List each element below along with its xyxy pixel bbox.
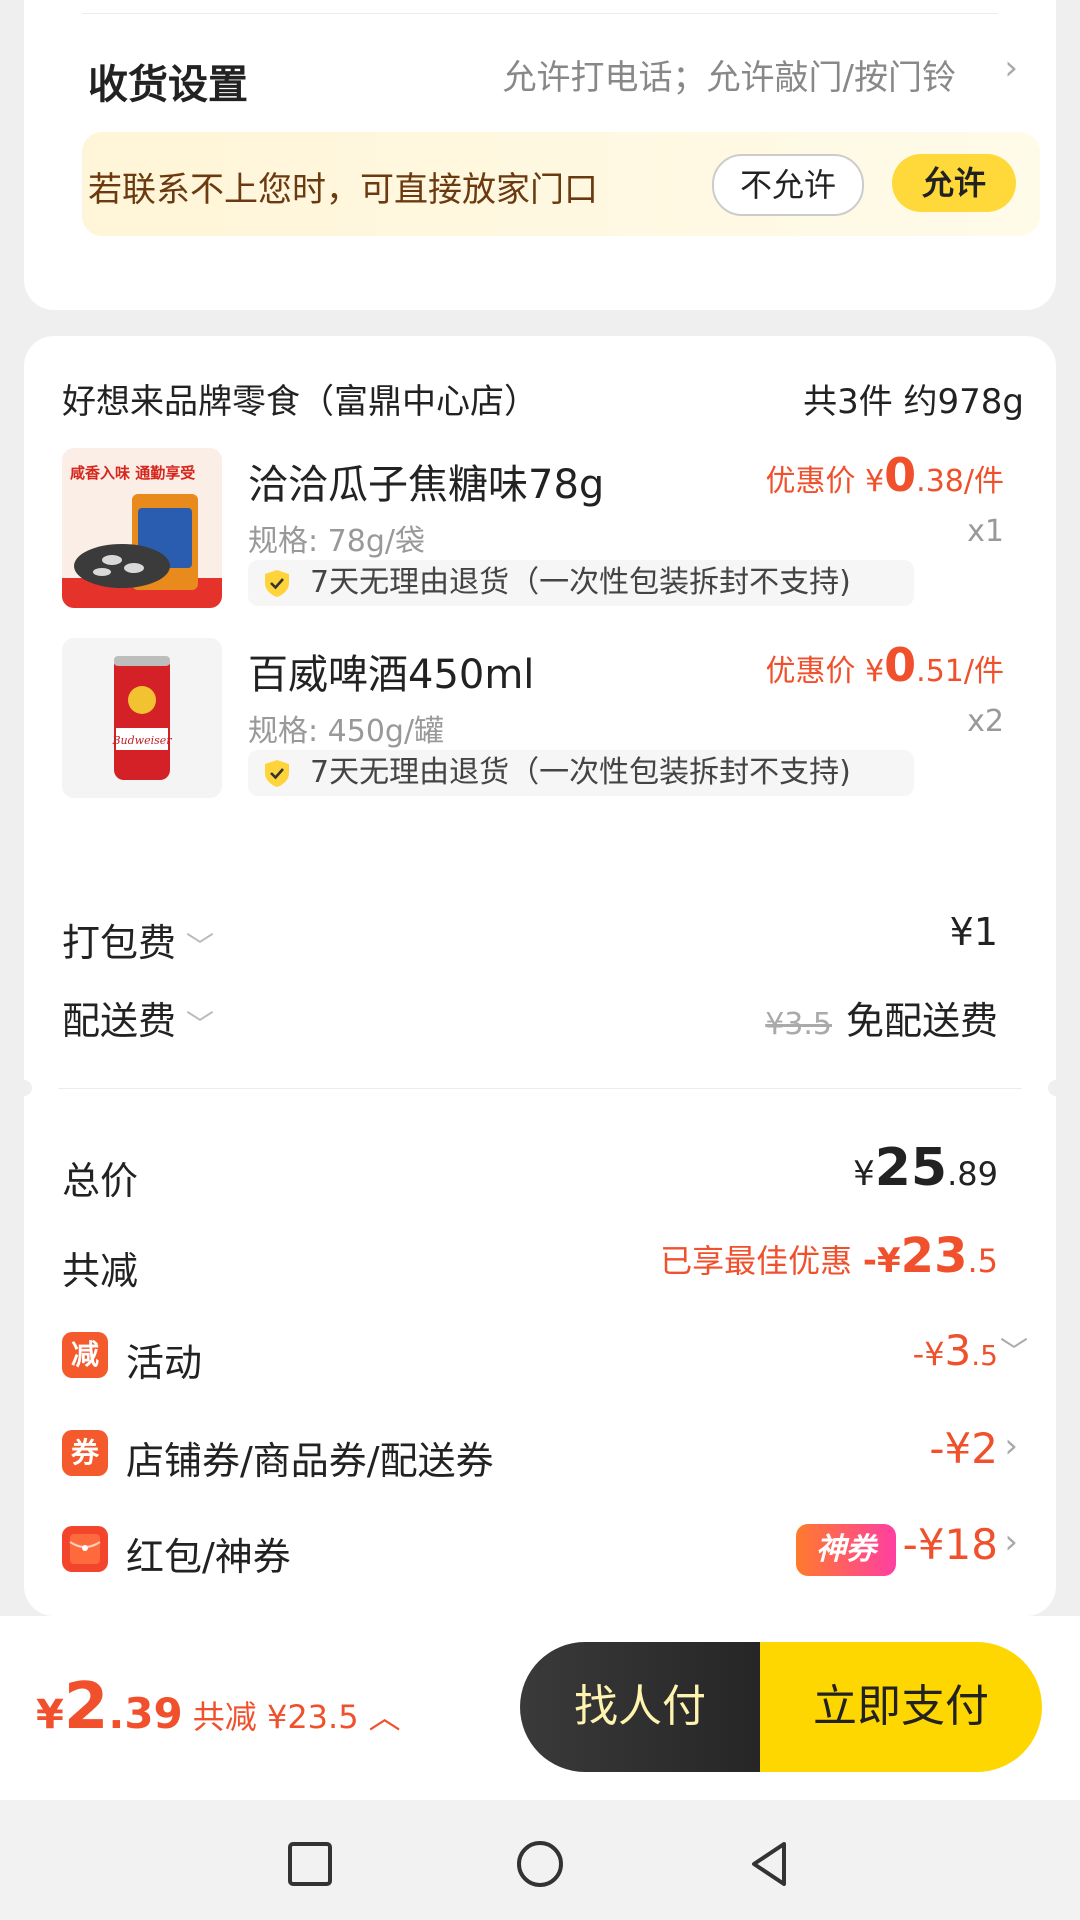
list-item[interactable]: 咸香入味 通勤享受 洽洽瓜子焦糖味78g 规格: 78g/袋 优惠价 ¥0.38… bbox=[62, 448, 1022, 618]
price-int: 0 bbox=[884, 638, 917, 692]
return-guarantee-badge: 7天无理由退货（一次性包装拆封不支持) bbox=[248, 560, 914, 606]
shop-name[interactable]: 好想来品牌零食（富鼎中心店） bbox=[62, 374, 538, 423]
ticket-notch-left bbox=[24, 1080, 32, 1096]
saved-amount: 共减 ¥23.5 bbox=[192, 1698, 359, 1736]
coupon-label[interactable]: 店铺券/商品券/配送券 bbox=[126, 1430, 494, 1485]
item-quantity: x1 bbox=[967, 514, 1004, 549]
total-yen: ¥ bbox=[853, 1154, 875, 1194]
allow-doorstep-button[interactable]: 允许 bbox=[892, 154, 1016, 212]
delivery-fee-label: 配送费 bbox=[62, 999, 177, 1043]
recent-apps-icon[interactable] bbox=[280, 1834, 340, 1894]
chevron-down-icon[interactable]: ﹀ bbox=[1000, 1330, 1028, 1370]
total-dec: .89 bbox=[947, 1155, 998, 1193]
red-packet-label[interactable]: 红包/神券 bbox=[126, 1526, 291, 1581]
packing-fee-row[interactable]: 打包费 ﹀ bbox=[62, 912, 214, 967]
delivery-fee-value: ¥3.5 免配送费 bbox=[765, 990, 998, 1045]
thumb-text: 咸香入味 通勤享受 bbox=[70, 464, 195, 482]
system-nav-bar bbox=[0, 1800, 1080, 1920]
activity-icon: 减 bbox=[62, 1332, 108, 1378]
item-spec: 规格: 450g/罐 bbox=[248, 714, 445, 749]
chevron-right-icon[interactable]: › bbox=[1004, 48, 1018, 88]
price-int: 0 bbox=[884, 448, 917, 502]
price-dec: .51/件 bbox=[916, 654, 1004, 689]
friend-pay-button[interactable]: 找人付 bbox=[520, 1642, 760, 1772]
item-quantity: x2 bbox=[967, 704, 1004, 739]
price-dec: .38/件 bbox=[916, 464, 1004, 499]
god-coupon-badge: 神券 bbox=[796, 1524, 896, 1576]
list-item[interactable]: Budweiser 百威啤酒450ml 规格: 450g/罐 优惠价 ¥0.51… bbox=[62, 638, 1022, 808]
doorstep-notice: 若联系不上您时，可直接放家门口 不允许 允许 bbox=[82, 132, 1040, 236]
red-packet-value[interactable]: -¥18 bbox=[903, 1520, 998, 1569]
price-label: 优惠价 bbox=[765, 654, 856, 689]
packing-fee-value: ¥1 bbox=[949, 910, 998, 954]
payable-yen: ¥ bbox=[36, 1692, 64, 1738]
item-name: 洽洽瓜子焦糖味78g bbox=[248, 462, 605, 508]
top-divider bbox=[82, 13, 998, 14]
delivery-settings-card: 收货设置 允许打电话；允许敲门/按门铃 › 若联系不上您时，可直接放家门口 不允… bbox=[24, 0, 1056, 310]
price-yen: ¥ bbox=[865, 464, 885, 499]
payable-dec: .39 bbox=[108, 1689, 183, 1738]
thumb-text: Budweiser bbox=[111, 734, 172, 747]
activity-prefix: -¥ bbox=[912, 1335, 945, 1373]
product-thumbnail: Budweiser bbox=[62, 638, 222, 798]
red-packet-icon bbox=[62, 1526, 108, 1572]
delivery-settings-title: 收货设置 bbox=[88, 62, 248, 108]
delivery-fee-free: 免配送费 bbox=[845, 999, 998, 1043]
delivery-settings-value[interactable]: 允许打电话；允许敲门/按门铃 bbox=[503, 50, 956, 99]
doorstep-notice-text: 若联系不上您时，可直接放家门口 bbox=[88, 170, 598, 210]
activity-dec: .5 bbox=[971, 1339, 998, 1372]
pay-button-group: 找人付 立即支付 bbox=[520, 1642, 1042, 1772]
price-label: 优惠价 bbox=[765, 464, 856, 499]
packing-fee-label: 打包费 bbox=[62, 921, 177, 965]
total-int: 25 bbox=[874, 1138, 948, 1198]
item-price: 优惠价 ¥0.38/件 bbox=[766, 448, 1004, 502]
chevron-up-icon: ︿ bbox=[368, 1698, 401, 1736]
price-yen: ¥ bbox=[865, 654, 885, 689]
back-icon[interactable] bbox=[740, 1834, 800, 1894]
shop-item-summary: 共3件 约978g bbox=[803, 382, 1024, 422]
deny-doorstep-button[interactable]: 不允许 bbox=[712, 154, 864, 216]
activity-value[interactable]: -¥3.5 bbox=[913, 1326, 998, 1375]
activity-label[interactable]: 活动 bbox=[126, 1332, 202, 1387]
shield-check-icon bbox=[265, 570, 289, 597]
shield-check-icon bbox=[265, 760, 289, 787]
return-guarantee-text: 7天无理由退货（一次性包装拆封不支持) bbox=[310, 755, 851, 790]
chevron-right-icon[interactable]: › bbox=[1004, 1426, 1018, 1466]
delivery-fee-row[interactable]: 配送费 ﹀ bbox=[62, 990, 214, 1045]
activity-int: 3 bbox=[944, 1326, 972, 1375]
total-label: 总价 bbox=[62, 1159, 139, 1203]
checkout-bar: ¥2.39 共减 ¥23.5 ︿ 找人付 立即支付 bbox=[0, 1616, 1080, 1800]
item-spec: 规格: 78g/袋 bbox=[248, 524, 425, 559]
discount-int: 23 bbox=[900, 1228, 968, 1284]
order-card: 好想来品牌零食（富鼎中心店） 共3件 约978g 咸香入味 通勤享受 洽洽瓜子焦… bbox=[24, 336, 1056, 1616]
product-thumbnail: 咸香入味 通勤享受 bbox=[62, 448, 222, 608]
return-guarantee-badge: 7天无理由退货（一次性包装拆封不支持) bbox=[248, 750, 914, 796]
item-price: 优惠价 ¥0.51/件 bbox=[766, 638, 1004, 692]
coupon-icon: 券 bbox=[62, 1430, 108, 1476]
chevron-right-icon[interactable]: › bbox=[1004, 1522, 1018, 1562]
discount-label: 共减 bbox=[62, 1249, 139, 1293]
return-guarantee-text: 7天无理由退货（一次性包装拆封不支持) bbox=[310, 565, 851, 600]
total-value: ¥25.89 bbox=[853, 1138, 998, 1198]
ticket-notch-right bbox=[1048, 1080, 1056, 1096]
payable-int: 2 bbox=[63, 1670, 109, 1744]
discount-value: 已享最佳优惠 -¥23.5 bbox=[660, 1228, 998, 1284]
coupon-value[interactable]: -¥2 bbox=[929, 1424, 998, 1473]
home-icon[interactable] bbox=[510, 1834, 570, 1894]
discount-dec: .5 bbox=[967, 1242, 998, 1280]
item-name: 百威啤酒450ml bbox=[248, 652, 535, 698]
payable-amount[interactable]: ¥2.39 共减 ¥23.5 ︿ bbox=[36, 1670, 401, 1744]
chevron-down-icon: ﹀ bbox=[186, 930, 215, 963]
delivery-fee-original: ¥3.5 bbox=[765, 1007, 832, 1042]
discount-prefix: -¥ bbox=[862, 1241, 901, 1281]
chevron-down-icon: ﹀ bbox=[186, 1008, 215, 1041]
pay-now-button[interactable]: 立即支付 bbox=[760, 1642, 1042, 1772]
section-divider bbox=[58, 1088, 1022, 1089]
discount-note: 已享最佳优惠 bbox=[660, 1242, 853, 1280]
